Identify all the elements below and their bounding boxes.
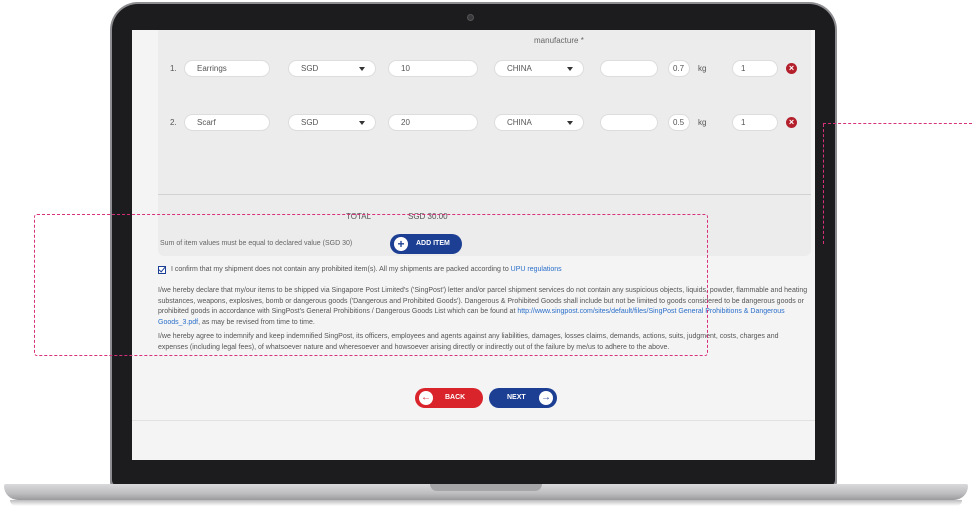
row-number: 2. (170, 118, 177, 127)
column-header-manufacture: manufacture * (534, 36, 584, 45)
currency-value: SGD (301, 118, 319, 127)
extra-field[interactable] (600, 60, 658, 77)
currency-select[interactable]: SGD (288, 60, 376, 77)
weight-unit: kg (698, 118, 707, 127)
confirm-checkbox[interactable] (158, 266, 166, 274)
confirm-text: I confirm that my shipment does not cont… (171, 266, 562, 273)
divider (158, 194, 811, 195)
add-item-label: ADD ITEM (416, 240, 450, 247)
add-item-button[interactable]: + ADD ITEM (390, 234, 462, 254)
next-label: NEXT (507, 394, 526, 401)
annotation-leader-line (823, 124, 824, 244)
quantity-field[interactable]: 1 (732, 60, 778, 77)
arrow-left-circle-icon: ← (419, 391, 433, 405)
country-value: CHINA (507, 118, 532, 127)
confirm-label: I confirm that my shipment does not cont… (171, 266, 509, 273)
country-select[interactable]: CHINA (494, 114, 584, 131)
weight-field[interactable]: 0.5 (668, 114, 690, 131)
next-button[interactable]: NEXT → (489, 388, 557, 408)
laptop-shadow (10, 500, 962, 506)
quantity-field[interactable]: 1 (732, 114, 778, 131)
weight-field[interactable]: 0.7 (668, 60, 690, 77)
extra-field[interactable] (600, 114, 658, 131)
items-panel: manufacture * 1. Earrings SGD 10 CHINA 0… (158, 30, 811, 256)
item-value-field[interactable]: 10 (388, 60, 478, 77)
chevron-down-icon (567, 121, 573, 125)
row-number: 1. (170, 64, 177, 73)
divider (132, 420, 815, 421)
chevron-down-icon (567, 67, 573, 71)
laptop-hinge-notch (430, 484, 542, 491)
item-row: 1. Earrings SGD 10 CHINA 0.7 kg 1 × (158, 60, 811, 78)
item-value-field[interactable]: 20 (388, 114, 478, 131)
currency-select[interactable]: SGD (288, 114, 376, 131)
weight-unit: kg (698, 64, 707, 73)
item-name-field[interactable]: Earrings (184, 60, 270, 77)
item-name-field[interactable]: Scarf (184, 114, 270, 131)
chevron-down-icon (359, 67, 365, 71)
back-label: BACK (445, 394, 466, 401)
close-circle-icon[interactable]: × (786, 117, 797, 128)
laptop-mockup: manufacture * 1. Earrings SGD 10 CHINA 0… (0, 0, 972, 521)
back-button[interactable]: ← BACK (415, 388, 483, 408)
sum-note: Sum of item values must be equal to decl… (160, 240, 353, 247)
total-label: TOTAL (346, 212, 372, 221)
close-circle-icon[interactable]: × (786, 63, 797, 74)
camera-icon (467, 14, 474, 21)
declaration-paragraph: I/we hereby declare that my/our items to… (158, 286, 808, 328)
indemnity-paragraph: I/we hereby agree to indemnify and keep … (158, 333, 779, 351)
annotation-leader-line (823, 123, 972, 124)
chevron-down-icon (359, 121, 365, 125)
upu-link[interactable]: UPU regulations (511, 266, 562, 273)
screen: manufacture * 1. Earrings SGD 10 CHINA 0… (132, 30, 815, 476)
country-select[interactable]: CHINA (494, 60, 584, 77)
arrow-right-circle-icon: → (539, 391, 553, 405)
total-value: SGD 30.00 (408, 212, 448, 221)
declaration-tail: , as may be revised from time to time. (198, 318, 315, 326)
country-value: CHINA (507, 64, 532, 73)
screen-bottom-bezel (132, 460, 815, 476)
currency-value: SGD (301, 64, 319, 73)
item-row: 2. Scarf SGD 20 CHINA 0.5 kg 1 × (158, 114, 811, 132)
plus-circle-icon: + (394, 237, 408, 251)
